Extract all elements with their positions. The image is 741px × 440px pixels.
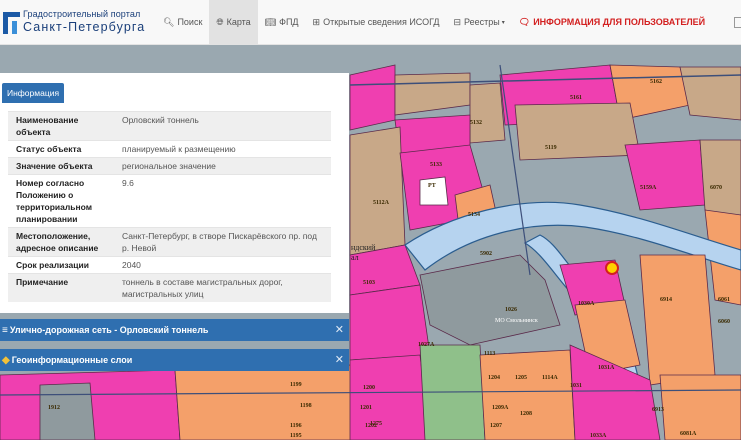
nav-registries[interactable]: ⊟ Реестры ▾ xyxy=(446,0,511,45)
nav-isogd[interactable]: ⊞ Открытые сведения ИСОГД xyxy=(306,0,447,45)
info-tab[interactable]: Информация xyxy=(2,83,65,103)
plus-square-icon: ⊞ xyxy=(312,16,321,27)
map-label: 1209A xyxy=(492,405,509,411)
map-label: 6061 xyxy=(718,297,730,303)
layers-panel-title: Геоинформационные слои xyxy=(11,355,133,365)
nav-overflow-icon[interactable] xyxy=(734,17,741,28)
table-row: Значение объекта региональное значение xyxy=(8,157,331,175)
info-value: региональное значение xyxy=(114,157,331,175)
table-row: Наименование объекта Орловский тоннель xyxy=(8,111,331,141)
map-label: 1026 xyxy=(505,307,517,313)
map-label: 5161 xyxy=(570,95,582,101)
info-key: Статус объекта xyxy=(8,140,114,158)
map-label: 5132 xyxy=(470,120,482,126)
map-label: 1031A xyxy=(598,365,615,371)
map-label: 1033A xyxy=(590,433,607,439)
top-navbar: Градостроительный портал Санкт-Петербург… xyxy=(0,0,741,45)
map-label: 1113 xyxy=(484,351,496,357)
map-label: 1195 xyxy=(290,433,302,439)
grid-icon: ⊟ xyxy=(453,16,462,27)
info-value: 2040 xyxy=(114,256,331,274)
map-label: 6081A xyxy=(680,431,697,437)
logo-title-line1: Градостроительный портал xyxy=(23,9,141,20)
info-key: Срок реализации xyxy=(8,256,114,274)
close-icon[interactable]: ✕ xyxy=(335,323,344,336)
map-label: 1198 xyxy=(300,403,312,409)
map-label: 1114A xyxy=(542,375,558,381)
map-label: РТ xyxy=(428,183,436,189)
map-label: 5902 xyxy=(480,251,492,257)
map-label: МО Смольнинск xyxy=(495,318,538,324)
map-label: 6070 xyxy=(710,185,722,191)
map-label: 1275 xyxy=(370,421,382,427)
logo-title-line2: Санкт-Петербурга xyxy=(23,20,146,35)
chat-icon: 🗨︎ xyxy=(518,16,531,27)
map-label: 5112A xyxy=(373,200,390,206)
map-label: 1200 xyxy=(363,385,375,391)
map-label: 5134 xyxy=(468,212,480,218)
close-icon[interactable]: ✕ xyxy=(335,353,344,366)
table-row: Статус объекта планируемый к размещению xyxy=(8,140,331,158)
info-key: Наименование объекта xyxy=(8,111,114,141)
info-value: 9.6 xyxy=(114,174,331,228)
info-value: Орловский тоннель xyxy=(114,111,331,141)
map-label: 1201 xyxy=(360,405,372,411)
map-label: 1208 xyxy=(520,411,532,417)
info-key: Номер согласно Положению о территориальн… xyxy=(8,174,114,228)
map-label: 5162 xyxy=(650,79,662,85)
nav-info-for-users[interactable]: 🗨︎ ИНФОРМАЦИЯ ДЛЯ ПОЛЬЗОВАТЕЛЕЙ xyxy=(512,0,712,45)
map-label: 5119 xyxy=(545,145,557,151)
map-label: 6060 xyxy=(718,319,730,325)
globe-icon: 🌐︎ xyxy=(216,16,224,27)
map-label: 1030A xyxy=(578,301,595,307)
map-label: 5103 xyxy=(363,280,375,286)
search-icon: 🔍︎ xyxy=(163,16,175,27)
map-label: 1207 xyxy=(490,423,502,429)
info-key: Значение объекта xyxy=(8,157,114,175)
table-row: Номер согласно Положению о территориальн… xyxy=(8,174,331,228)
map-label: 1205 xyxy=(515,375,527,381)
table-row: Примечание тоннель в составе магистральн… xyxy=(8,273,331,302)
map-label: 5159A xyxy=(640,185,657,191)
map-label: 1027A xyxy=(418,342,435,348)
map-label: 1196 xyxy=(290,423,302,429)
nav-map[interactable]: 🌐︎ Карта xyxy=(209,0,258,45)
caret-down-icon: ▾ xyxy=(501,19,505,26)
nav-search[interactable]: 🔍︎ Поиск xyxy=(156,0,209,45)
map-label: 6914 xyxy=(660,297,672,303)
roads-panel-title: Улично-дорожная сеть - Орловский тоннель xyxy=(9,325,209,335)
table-row: Срок реализации 2040 xyxy=(8,256,331,274)
map-label: 1204 xyxy=(488,375,500,381)
info-value: тоннель в составе магистральных дорог, м… xyxy=(114,273,331,302)
info-value: планируемый к размещению xyxy=(114,140,331,158)
info-table: Наименование объекта Орловский тоннель С… xyxy=(8,111,331,302)
menu-icon: ≡ xyxy=(2,324,8,336)
map-label: 1199 xyxy=(290,382,302,388)
portal-logo-icon xyxy=(3,9,20,36)
layers-icon: ◆ xyxy=(2,354,10,366)
map-label: 6913 xyxy=(652,407,664,413)
map-label: 5133 xyxy=(430,162,442,168)
portal-logo[interactable]: Градостроительный портал Санкт-Петербург… xyxy=(0,0,150,45)
info-value: Санкт-Петербург, в створе Пискарёвского … xyxy=(114,227,331,257)
info-panel: Информация Наименование объекта Орловски… xyxy=(0,73,349,313)
map-label: 1912 xyxy=(48,405,60,411)
info-key: Примечание xyxy=(8,273,114,302)
map-label: ал xyxy=(351,253,359,262)
info-key: Местоположение, адресное описание xyxy=(8,227,114,257)
roads-panel-header[interactable]: ≡ Улично-дорожная сеть - Орловский тонне… xyxy=(0,319,349,341)
nav-fpd[interactable]: 📖︎ ФПД xyxy=(258,0,306,45)
map-label: 1031 xyxy=(570,383,582,389)
map-label: ндский xyxy=(351,243,376,252)
table-row: Местоположение, адресное описание Санкт-… xyxy=(8,227,331,257)
layers-panel-header[interactable]: ◆ Геоинформационные слои ✕ xyxy=(0,349,349,371)
book-icon: 📖︎ xyxy=(264,16,277,27)
